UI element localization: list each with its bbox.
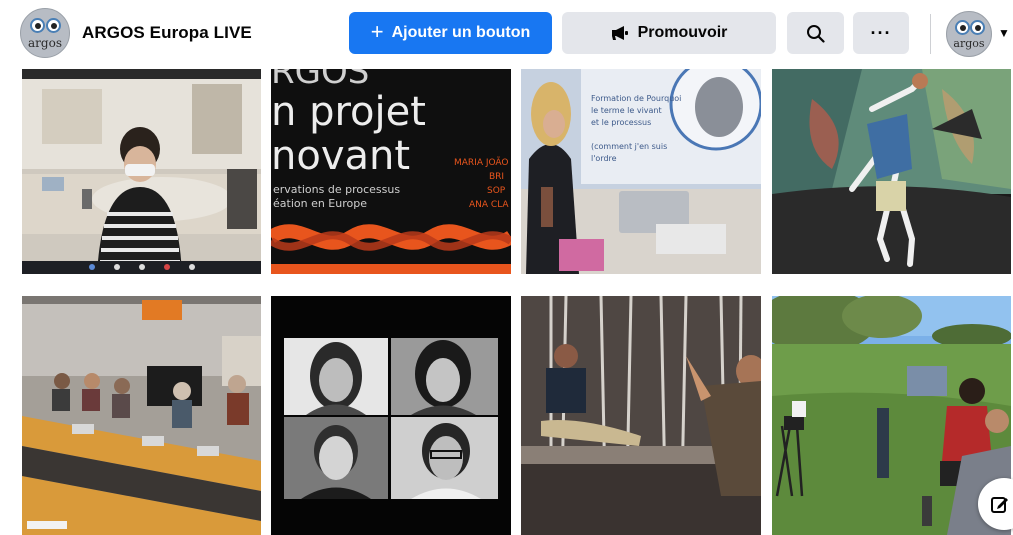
megaphone-icon	[611, 25, 629, 41]
photo-outdoor-filming[interactable]	[772, 296, 1011, 535]
slide-text-3: et le processus	[591, 118, 652, 127]
add-button-label: Ajouter un bouton	[391, 24, 531, 41]
photo-project-cover[interactable]: RGOS n projet novant ervations de proces…	[271, 69, 511, 274]
cover-author-2: BRI	[489, 172, 505, 182]
promote-button[interactable]: Promouvoir	[562, 12, 776, 54]
account-avatar-text: argos	[953, 37, 985, 50]
search-icon	[806, 24, 825, 43]
photo-video-meeting[interactable]	[22, 69, 261, 274]
edit-icon	[990, 494, 1010, 514]
cover-title-line-2: n projet	[271, 89, 426, 135]
photo-portrait-collage[interactable]	[271, 296, 511, 535]
page-avatar[interactable]: argos	[20, 8, 70, 58]
cover-subtitle-line-1: ervations de processus	[273, 183, 401, 196]
cover-title-line-3: novant	[271, 133, 411, 179]
plus-icon: +	[370, 19, 384, 44]
more-icon: ···	[870, 22, 892, 43]
avatar-logo-text: argos	[28, 36, 62, 50]
search-button[interactable]	[787, 12, 844, 54]
page-header: argos ARGOS Europa LIVE + Ajouter un bou…	[0, 0, 1013, 66]
photo-dance-performance[interactable]	[772, 69, 1011, 274]
more-options-button[interactable]: ···	[853, 12, 909, 54]
photo-presentation[interactable]: Formation de Pourquoi le terme le vivant…	[521, 69, 761, 274]
photo-grid: RGOS n projet novant ervations de proces…	[0, 66, 1013, 535]
cover-author-3: SOP	[487, 186, 506, 196]
cover-subtitle-line-2: éation en Europe	[273, 197, 367, 210]
photo-rehearsal-stage[interactable]	[521, 296, 761, 535]
slide-text-4: (comment j'en suis	[591, 142, 668, 151]
cover-title-line-1: RGOS	[271, 69, 370, 92]
page-title[interactable]: ARGOS Europa LIVE	[82, 23, 252, 43]
slide-text-1: Formation de Pourquoi	[591, 94, 682, 103]
add-button[interactable]: + Ajouter un bouton	[349, 12, 552, 54]
slide-text-5: l'ordre	[591, 154, 617, 163]
promote-button-label: Promouvoir	[637, 24, 728, 41]
cover-author-4: ANA CLA	[469, 200, 509, 210]
cover-author-1: MARIA JOÃO	[454, 158, 509, 168]
account-avatar[interactable]: argos	[946, 11, 992, 57]
slide-text-2: le terme le vivant	[591, 106, 662, 115]
photo-conference-room[interactable]	[22, 296, 261, 535]
chevron-down-icon[interactable]: ▼	[998, 26, 1010, 40]
header-divider	[930, 14, 931, 54]
